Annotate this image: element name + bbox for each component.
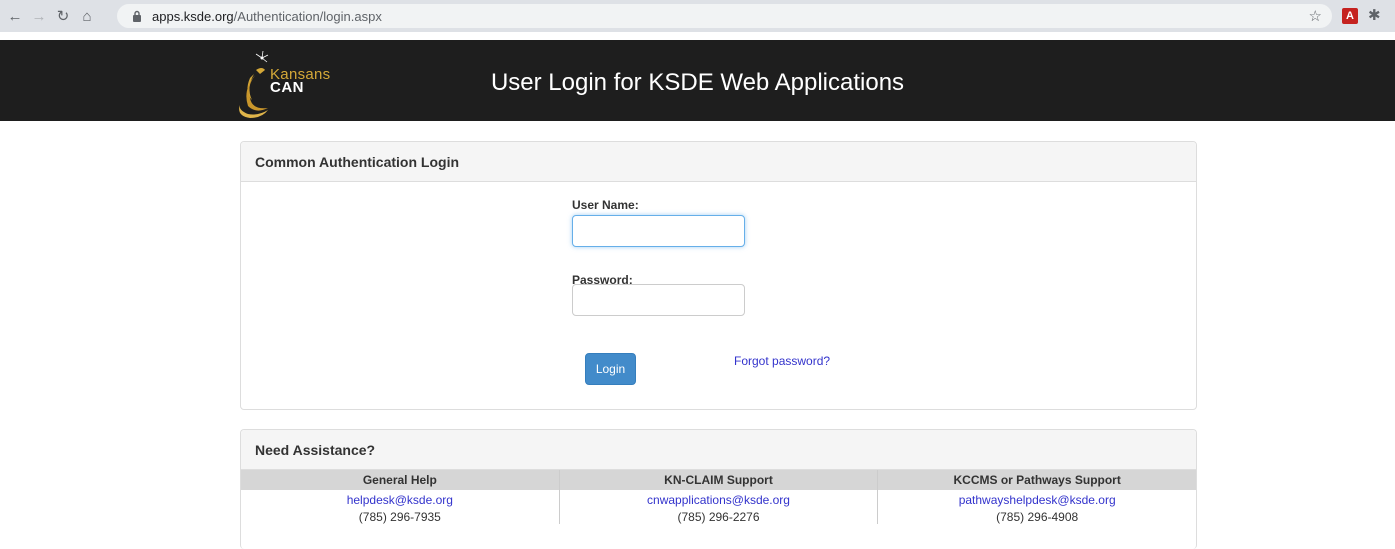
support-column-title: General Help (241, 470, 559, 490)
browser-toolbar: ← → ↻ ⌂ apps.ksde.org/Authentication/log… (0, 0, 1395, 32)
assistance-panel-heading: Need Assistance? (241, 430, 1196, 470)
lock-icon (130, 9, 144, 23)
page-title: User Login for KSDE Web Applications (490, 69, 905, 96)
reload-icon[interactable]: ↻ (52, 5, 74, 27)
login-panel-heading: Common Authentication Login (241, 142, 1196, 182)
username-label: User Name: (572, 198, 639, 212)
forgot-password-link[interactable]: Forgot password? (734, 354, 830, 368)
support-email-link[interactable]: pathwayshelpdesk@ksde.org (878, 493, 1196, 507)
support-column-kccms: KCCMS or Pathways Support pathwayshelpde… (878, 470, 1197, 524)
url-path: /Authentication/login.aspx (233, 8, 382, 24)
url-domain: apps.ksde.org (152, 8, 234, 24)
home-icon[interactable]: ⌂ (76, 5, 98, 27)
assistance-panel: Need Assistance? General Help helpdesk@k… (240, 429, 1197, 549)
login-panel: Common Authentication Login User Name: P… (240, 141, 1197, 410)
extensions-puzzle-icon[interactable]: ✱ (1368, 6, 1384, 24)
support-phone: (785) 296-4908 (996, 510, 1079, 524)
username-input[interactable] (572, 215, 745, 247)
support-phone: (785) 296-2276 (677, 510, 760, 524)
support-column-general: General Help helpdesk@ksde.org (785) 296… (241, 470, 560, 524)
support-column-title: KN-CLAIM Support (559, 470, 878, 490)
support-contacts-table: General Help helpdesk@ksde.org (785) 296… (241, 470, 1197, 524)
login-button[interactable]: Login (585, 353, 636, 385)
support-column-kn-claim: KN-CLAIM Support cnwapplications@ksde.or… (559, 470, 879, 524)
bookmark-star-icon[interactable]: ☆ (1309, 7, 1322, 25)
pdf-extension-icon[interactable]: A (1342, 8, 1358, 24)
support-phone: (785) 296-7935 (358, 510, 441, 524)
back-icon[interactable]: ← (4, 5, 26, 27)
forward-icon[interactable]: → (28, 5, 50, 27)
support-column-title: KCCMS or Pathways Support (878, 470, 1197, 490)
support-email-link[interactable]: cnwapplications@ksde.org (560, 493, 878, 507)
support-email-link[interactable]: helpdesk@ksde.org (241, 493, 559, 507)
address-bar[interactable]: apps.ksde.org/Authentication/login.aspx … (117, 4, 1332, 28)
password-input[interactable] (572, 284, 745, 316)
url-text: apps.ksde.org/Authentication/login.aspx (152, 9, 382, 24)
